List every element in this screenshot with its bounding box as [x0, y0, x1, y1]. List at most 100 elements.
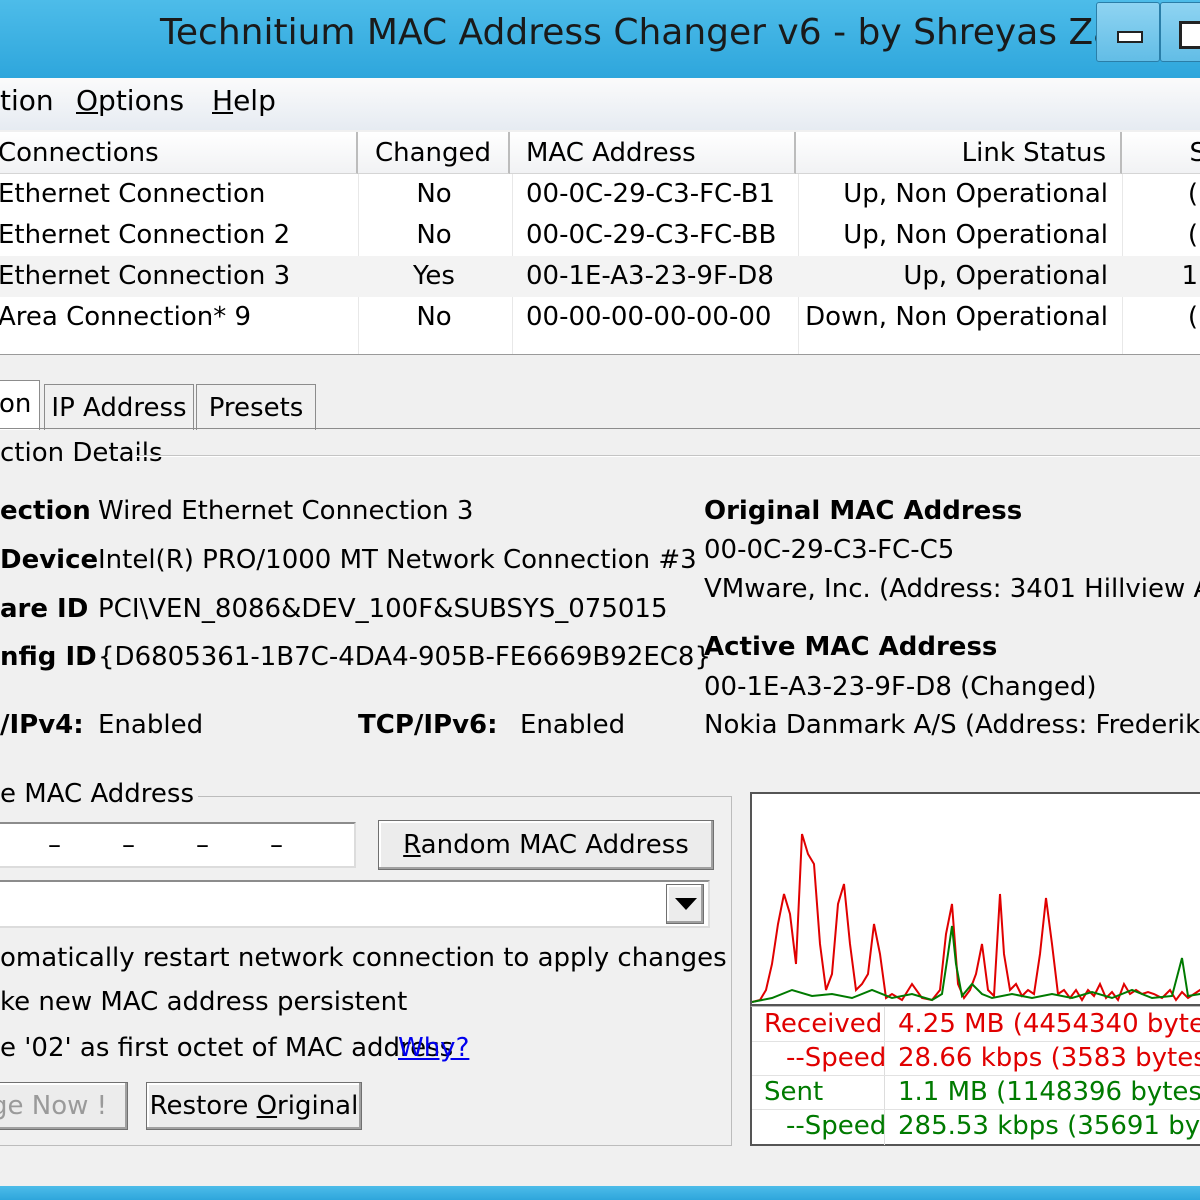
mac-separator: –: [122, 830, 135, 860]
cell-link-status: Up, Non Operational: [843, 220, 1108, 250]
header-connections[interactable]: Connections: [0, 132, 358, 174]
table-row[interactable]: Area Connection* 9 No 00-00-00-00-00-00 …: [0, 297, 1200, 338]
restore-original-button[interactable]: Restore Original: [146, 1082, 362, 1130]
hardware-id-label: are ID: [0, 594, 89, 624]
cell-changed: No: [416, 302, 452, 332]
group-border: [136, 455, 1200, 457]
received-series-line: [751, 833, 1200, 1003]
menu-options[interactable]: Options: [76, 84, 184, 117]
table-row[interactable]: Ethernet Connection No 00-0C-29-C3-FC-B1…: [0, 174, 1200, 215]
device-value: Intel(R) PRO/1000 MT Network Connection …: [98, 545, 697, 575]
cell-connection: Ethernet Connection: [0, 179, 266, 209]
chevron-down-icon: [675, 898, 697, 910]
menu-help-label: Help: [212, 84, 276, 117]
why-link[interactable]: Why?: [398, 1033, 469, 1063]
tab-information[interactable]: on: [0, 380, 40, 430]
window-bottom-border: [0, 1186, 1200, 1200]
window-controls: [1092, 2, 1200, 62]
persistent-checkbox[interactable]: ke new MAC address persistent: [0, 987, 407, 1017]
received-speed-value: 28.66 kbps (3583 bytes): [898, 1043, 1200, 1073]
received-speed-label: --Speed: [786, 1043, 887, 1073]
original-mac-value: 00-0C-29-C3-FC-C5: [704, 535, 955, 565]
traffic-stats: Received 4.25 MB (4454340 bytes) --Speed…: [750, 1006, 1200, 1146]
cell-changed: No: [416, 179, 452, 209]
maximize-button[interactable]: [1160, 2, 1200, 62]
ipv4-value: Enabled: [98, 710, 204, 740]
cell-changed: Yes: [413, 261, 455, 291]
cell-connection: Area Connection* 9: [0, 302, 252, 332]
header-changed[interactable]: Changed: [358, 132, 510, 174]
cell-mac: 00-0C-29-C3-FC-BB: [526, 220, 777, 250]
menu-action[interactable]: tion: [0, 84, 54, 117]
received-label: Received: [764, 1009, 883, 1039]
mac-separator: –: [48, 830, 61, 860]
device-label: Device: [0, 545, 99, 575]
connection-list[interactable]: Connections Changed MAC Address Link Sta…: [0, 132, 1200, 355]
stats-row-divider: [752, 1109, 1200, 1110]
mac-address-input[interactable]: – – – –: [0, 822, 356, 868]
cell-speed: (: [1187, 220, 1198, 250]
menu-help[interactable]: Help: [212, 84, 276, 117]
cell-speed: (: [1187, 179, 1198, 209]
restore-original-button-label: Restore Original: [149, 1091, 359, 1121]
active-mac-title: Active MAC Address: [704, 632, 998, 662]
cell-speed: (: [1187, 302, 1198, 332]
minimize-button[interactable]: [1096, 2, 1160, 62]
dropdown-button[interactable]: [666, 884, 704, 924]
mac-separator: –: [196, 830, 209, 860]
cell-link-status: Up, Operational: [903, 261, 1108, 291]
mac-separator: –: [270, 830, 283, 860]
original-vendor: VMware, Inc. (Address: 3401 Hillview Ave…: [704, 574, 1200, 604]
table-row[interactable]: Ethernet Connection 3 Yes 00-1E-A3-23-9F…: [0, 256, 1200, 297]
menu-options-label: Options: [76, 84, 185, 117]
header-link-status[interactable]: Link Status: [796, 132, 1122, 174]
cell-speed: 1: [1181, 261, 1198, 291]
random-mac-button[interactable]: Random MAC Address: [378, 820, 714, 870]
original-mac-title: Original MAC Address: [704, 496, 1023, 526]
active-mac-value: 00-1E-A3-23-9F-D8 (Changed): [704, 672, 1097, 702]
cell-mac: 00-1E-A3-23-9F-D8: [526, 261, 774, 291]
cell-mac: 00-0C-29-C3-FC-B1: [526, 179, 776, 209]
change-now-button[interactable]: ge Now !: [0, 1082, 128, 1130]
config-id-value[interactable]: {D6805361-1B7C-4DA4-905B-FE6669B92EC8}: [98, 642, 711, 672]
sent-speed-value: 285.53 kbps (35691 bytes: [898, 1111, 1200, 1141]
received-value: 4.25 MB (4454340 bytes): [898, 1009, 1200, 1039]
vendor-dropdown[interactable]: [0, 880, 710, 928]
title-bar[interactable]: Technitium MAC Address Changer v6 - by S…: [0, 0, 1200, 78]
connection-label: ection: [0, 496, 91, 526]
tab-presets[interactable]: Presets: [196, 384, 316, 430]
table-row[interactable]: Ethernet Connection 2 No 00-0C-29-C3-FC-…: [0, 215, 1200, 256]
stats-row-divider: [752, 1041, 1200, 1042]
config-id-label: nfig ID: [0, 642, 97, 672]
maximize-icon: [1179, 21, 1200, 49]
sent-speed-label: --Speed: [786, 1111, 887, 1141]
ipv6-value: Enabled: [520, 710, 626, 740]
random-mac-button-label: Random MAC Address: [403, 830, 689, 860]
header-speed[interactable]: S: [1122, 132, 1200, 174]
cell-connection: Ethernet Connection 3: [0, 261, 291, 291]
change-now-button-label: ge Now !: [0, 1091, 108, 1121]
connection-value: Wired Ethernet Connection 3: [98, 496, 474, 526]
cell-link-status: Down, Non Operational: [805, 302, 1108, 332]
connection-details-group-label: ction Details: [0, 438, 163, 468]
minimize-icon: [1117, 31, 1143, 43]
hardware-id-value[interactable]: PCI\VEN_8086&DEV_100F&SUBSYS_075015A(: [98, 594, 668, 624]
header-mac-address[interactable]: MAC Address: [510, 132, 796, 174]
stats-row-divider: [752, 1075, 1200, 1076]
cell-changed: No: [416, 220, 452, 250]
tab-ip-address[interactable]: IP Address: [44, 384, 194, 430]
traffic-graph: [750, 792, 1200, 1006]
window-title: Technitium MAC Address Changer v6 - by S…: [160, 12, 1152, 53]
change-mac-group-label: e MAC Address: [0, 779, 198, 809]
active-vendor: Nokia Danmark A/S (Address: Frederikska: [704, 710, 1200, 740]
use-02-octet-checkbox[interactable]: e '02' as first octet of MAC address: [0, 1033, 453, 1063]
cell-mac: 00-00-00-00-00-00: [526, 302, 772, 332]
ipv6-label: TCP/IPv6:: [358, 710, 498, 740]
cell-link-status: Up, Non Operational: [843, 179, 1108, 209]
auto-restart-checkbox[interactable]: omatically restart network connection to…: [0, 943, 727, 973]
ipv4-label: /IPv4:: [0, 710, 84, 740]
sent-label: Sent: [764, 1077, 824, 1107]
sent-value: 1.1 MB (1148396 bytes): [898, 1077, 1200, 1107]
cell-connection: Ethernet Connection 2: [0, 220, 291, 250]
traffic-graph-plot: [751, 833, 1200, 1003]
